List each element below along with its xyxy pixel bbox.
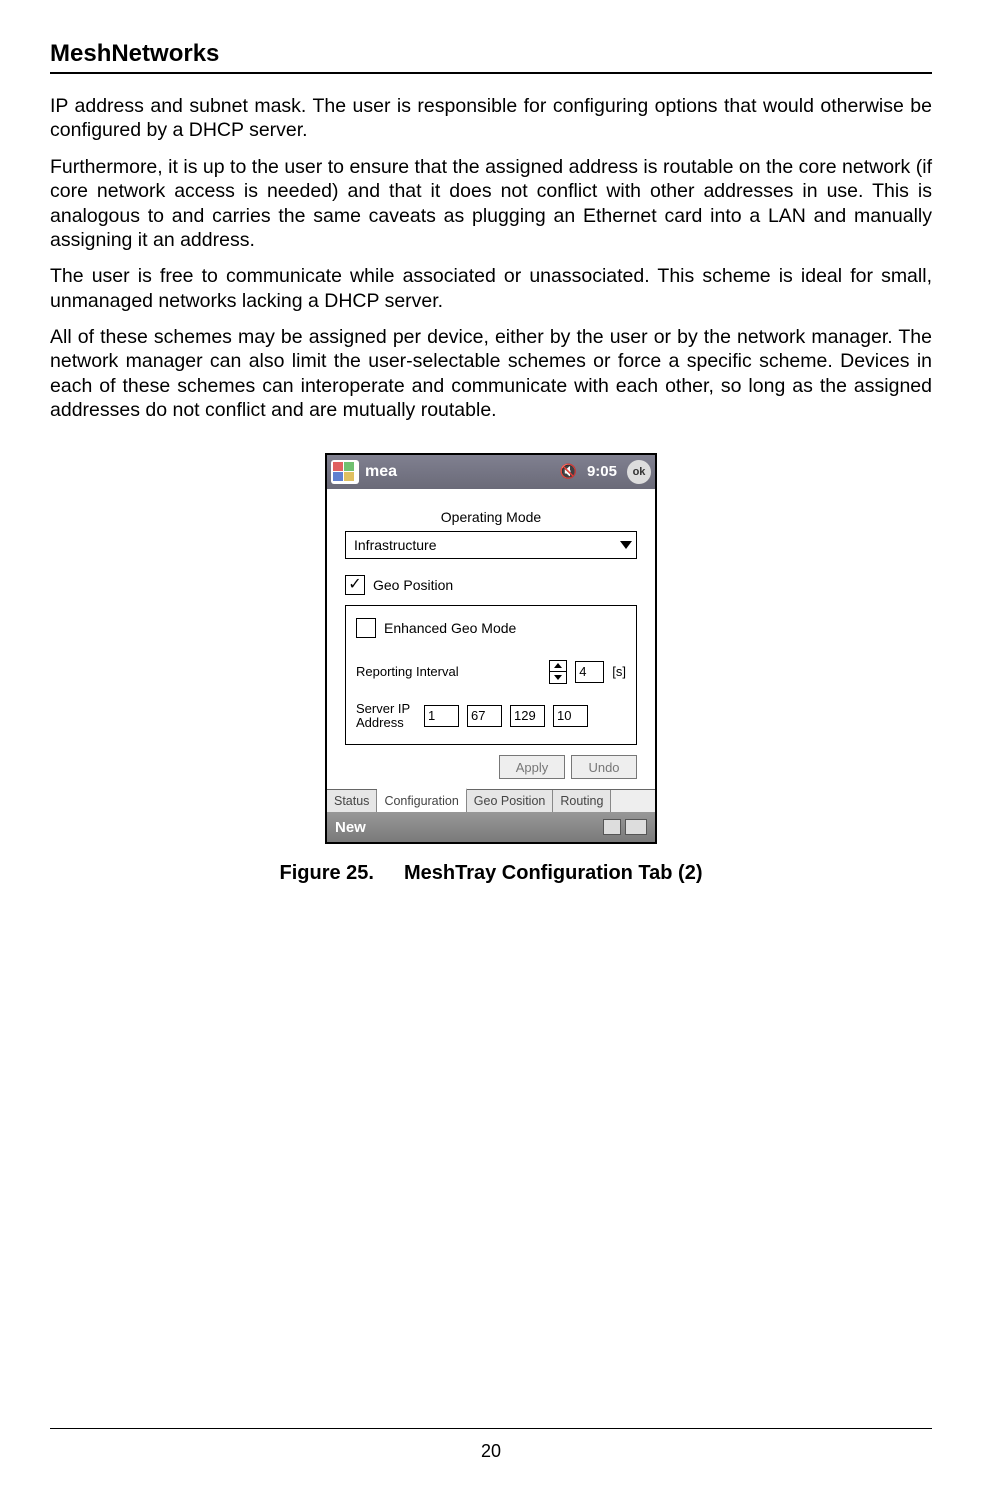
operating-mode-label: Operating Mode <box>345 509 637 525</box>
figure-caption: Figure 25. MeshTray Configuration Tab (2… <box>279 862 702 885</box>
speaker-icon[interactable]: 🔇 <box>560 463 577 480</box>
geo-position-checkbox[interactable]: ✓ <box>345 575 365 595</box>
geo-position-label: Geo Position <box>373 577 453 593</box>
enhanced-geo-row: Enhanced Geo Mode <box>356 618 626 638</box>
figure-text: MeshTray Configuration Tab (2) <box>404 862 703 885</box>
page-number: 20 <box>50 1441 932 1462</box>
paragraph-4: All of these schemes may be assigned per… <box>50 325 932 423</box>
operating-mode-value: Infrastructure <box>354 537 436 553</box>
device-screenshot: mea 🔇 9:05 ok Operating Mode Infrastruct… <box>325 453 657 845</box>
screenshot-container: mea 🔇 9:05 ok Operating Mode Infrastruct… <box>50 453 932 886</box>
ip-octet-1[interactable]: 1 <box>424 705 459 727</box>
reporting-interval-row: Reporting Interval 4 [s] <box>356 660 626 684</box>
footer: 20 <box>50 1420 932 1462</box>
tab-configuration[interactable]: Configuration <box>377 788 466 812</box>
spinner-down-icon[interactable] <box>550 672 566 683</box>
reporting-interval-value[interactable]: 4 <box>575 661 604 683</box>
tab-row: Status Configuration Geo Position Routin… <box>327 789 655 812</box>
reporting-interval-label: Reporting Interval <box>356 664 459 679</box>
keyboard-icon[interactable] <box>625 819 647 835</box>
ip-octet-2[interactable]: 67 <box>467 705 502 727</box>
undo-button[interactable]: Undo <box>571 755 637 779</box>
spinner-up-icon[interactable] <box>550 661 566 673</box>
start-icon[interactable] <box>331 460 359 484</box>
geo-group-box: Enhanced Geo Mode Reporting Interval 4 [… <box>345 605 637 746</box>
paragraph-2: Furthermore, it is up to the user to ens… <box>50 155 932 253</box>
clock: 9:05 <box>587 463 617 480</box>
reporting-interval-unit: [s] <box>612 664 626 679</box>
geo-position-row: ✓ Geo Position <box>345 575 637 595</box>
tray-icons <box>603 819 647 835</box>
header-rule <box>50 72 932 74</box>
ip-octet-4[interactable]: 10 <box>553 705 588 727</box>
panel-body: Operating Mode Infrastructure ✓ Geo Posi… <box>327 489 655 790</box>
new-button[interactable]: New <box>335 819 366 836</box>
ip-octet-3[interactable]: 129 <box>510 705 545 727</box>
enhanced-geo-label: Enhanced Geo Mode <box>384 620 516 636</box>
server-ip-row: Server IPAddress 1 67 129 10 <box>356 702 626 731</box>
bottom-bar: New <box>327 812 655 842</box>
operating-mode-dropdown[interactable]: Infrastructure <box>345 531 637 559</box>
title-bar: mea 🔇 9:05 ok <box>327 455 655 489</box>
enhanced-geo-checkbox[interactable] <box>356 618 376 638</box>
tab-status[interactable]: Status <box>327 790 377 812</box>
tab-geo-position[interactable]: Geo Position <box>467 790 554 812</box>
footer-rule <box>50 1428 932 1429</box>
body-text: IP address and subnet mask. The user is … <box>50 94 932 423</box>
title-bar-app: mea <box>365 463 554 481</box>
reporting-interval-spinner[interactable] <box>549 660 567 684</box>
apply-button[interactable]: Apply <box>499 755 565 779</box>
tab-routing[interactable]: Routing <box>553 790 611 812</box>
paragraph-3: The user is free to communicate while as… <box>50 264 932 313</box>
server-ip-label: Server IPAddress <box>356 702 416 731</box>
figure-number: Figure 25. <box>279 862 373 885</box>
header-title: MeshNetworks <box>50 40 932 68</box>
network-icon[interactable] <box>603 819 621 835</box>
ok-button[interactable]: ok <box>627 460 651 484</box>
action-row: Apply Undo <box>345 755 637 779</box>
chevron-down-icon <box>620 541 632 549</box>
paragraph-1: IP address and subnet mask. The user is … <box>50 94 932 143</box>
